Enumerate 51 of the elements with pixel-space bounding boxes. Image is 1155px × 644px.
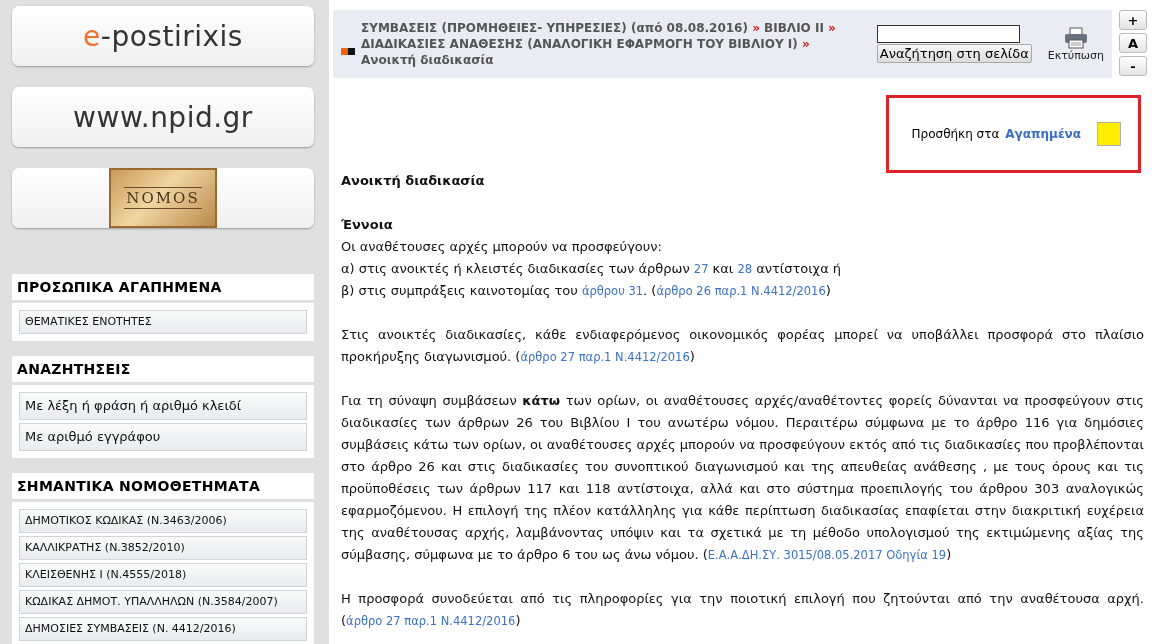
breadcrumb-link[interactable]: ΒΙΒΛΙΟ ΙΙ — [764, 21, 824, 35]
reference-link[interactable]: άρθρο 26 παρ.1 Ν.4412/2016 — [656, 284, 826, 298]
sidebar-link[interactable]: ΔΗΜΟΣΙΕΣ ΣΥΜΒΑΣΕΙΣ (Ν. 4412/2016) — [19, 617, 307, 641]
logo-link[interactable]: NOMOS — [12, 168, 314, 228]
font-size-button[interactable]: A — [1119, 33, 1147, 53]
paragraph: α) στις ανοικτές ή κλειστές διαδικασίες των άρθρων 27 και 28 αντίστοιχα ή — [341, 260, 843, 278]
logo-link[interactable]: www.npid.gr — [12, 87, 314, 147]
logo-wordmark: e-postirixis — [83, 19, 243, 53]
reference-link[interactable]: 27 — [693, 262, 709, 276]
reference-link[interactable]: 28 — [737, 262, 752, 276]
paragraph: Στις ανοικτές διαδικασίες, κάθε ενδιαφερόμενος οικονομικός φορέας μπορεί να υποβάλλει προσφορά στο πλαίσιο προκήρυξης διαγωνισμού. (άρθρο 27 παρ.1 Ν.4412/2016) — [341, 326, 1144, 366]
bullet-icon — [341, 47, 355, 55]
section-heading: ΣΗΜΑΝΤΙΚΑ ΝΟΜΟΘΕΤΗΜΑΤΑ — [12, 473, 314, 499]
favorites-link[interactable]: Αγαπημένα — [1005, 127, 1081, 141]
sidebar-link[interactable]: ΚΛΕΙΣΘΕΝΗΣ Ι (Ν.4555/2018) — [19, 563, 307, 587]
breadcrumb-link[interactable]: ΣΥΜΒΑΣΕΙΣ (ΠΡΟΜΗΘΕΙΕΣ- ΥΠΗΡΕΣΙΕΣ) (από 08.08.2016) — [361, 21, 748, 35]
logo-wordmark: www.npid.gr — [73, 100, 253, 134]
breadcrumb-separator: » — [801, 37, 810, 51]
sidebar-link[interactable]: Με αριθμό εγγράφου — [19, 423, 307, 451]
favorite-label: Προσθήκη στα — [911, 127, 1000, 141]
section-heading: ΠΡΟΣΩΠΙΚΑ ΑΓΑΠΗΜΕΝΑ — [12, 274, 314, 300]
breadcrumb-separator: » — [828, 21, 836, 35]
plaque-logo: NOMOS — [109, 168, 217, 228]
reference-link[interactable]: άρθρο 27 παρ.1 Ν.4412/2016 — [346, 614, 516, 628]
breadcrumb-separator: » — [752, 21, 760, 35]
reference-link[interactable]: Ε.Α.Α.ΔΗ.ΣΥ. 3015/08.05.2017 Οδηγία 19 — [707, 548, 947, 562]
section-heading: Έννοια — [341, 216, 394, 234]
font-size-button[interactable]: - — [1119, 56, 1147, 76]
breadcrumb-link[interactable]: Ανοικτή διαδικασία — [361, 53, 494, 67]
logo-link[interactable]: e-postirixis — [12, 6, 314, 66]
print-link[interactable]: Εκτύπωση — [1047, 26, 1104, 62]
search-button[interactable]: Αναζήτηση στη σελίδα — [876, 44, 1032, 63]
reference-link[interactable]: άρθρου 31 — [581, 284, 644, 298]
font-size-button[interactable]: + — [1119, 10, 1147, 30]
sidebar-link[interactable]: ΚΩΔΙΚΑΣ ΔΗΜΟΤ. ΥΠΑΛΛΗΛΩΝ (Ν.3584/2007) — [19, 590, 307, 614]
sidebar-link[interactable]: ΚΑΛΛΙΚΡΑΤΗΣ (Ν.3852/2010) — [19, 536, 307, 560]
paragraph: Οι αναθέτουσες αρχές μπορούν να προσφεύγουν: — [341, 238, 663, 256]
printer-icon — [1063, 26, 1088, 49]
paragraph: Η προσφορά συνοδεύεται από τις πληροφορίες για την ποιοτική επιλογή που ζητούνται από την αναθέτουσα αρχή. (άρθρο 27 παρ.1 Ν.4412/2016) — [341, 590, 1144, 630]
sidebar-link[interactable]: ΘΕΜΑΤΙΚΕΣ ΕΝΟΤΗΤΕΣ — [19, 310, 307, 334]
paragraph: β) στις συμπράξεις καινοτομίας του άρθρου 31. (άρθρο 26 παρ.1 Ν.4412/2016) — [341, 282, 832, 300]
sidebar-link[interactable]: ΔΗΜΟΤΙΚΟΣ ΚΩΔΙΚΑΣ (Ν.3463/2006) — [19, 509, 307, 533]
print-label: Εκτύπωση — [1047, 48, 1104, 62]
breadcrumb-link[interactable]: ΔΙΑΔΙΚΑΣΙΕΣ ΑΝΑΘΕΣΗΣ (ΑΝΑΛΟΓΙΚΗ ΕΦΑΡΜΟΓΗ ΤΟΥ ΒΙΒΛΙΟΥ Ι) — [361, 37, 798, 51]
favorite-toggle[interactable] — [1097, 122, 1121, 146]
article-title: Ανοικτή διαδικασία — [341, 172, 486, 190]
search-field[interactable] — [876, 25, 1020, 43]
section-heading: ΑΝΑΖΗΤΗΣΕΙΣ — [12, 356, 314, 382]
paragraph: Για τη σύναψη συμβάσεων κάτω των ορίων, οι αναθέτουσες αρχές/αναθέτοντες φορείς δύνανται να προσφεύγουν στις διαδικασίες των άρθρων 26 του Βιβλίου Ι του ανωτέρω νόμου. Περαιτέρω σύμφωνα με το άρθρο 116 για δημόσιες συμβάσεις κάτω των ορίων, οι αναθέτουσες αρχές μπορούν να προσφεύγουν εκτός από τις διαδικασίες που προβλέπονται στο άρθρο 26 και στις διαδικασίες του συνοπτικού διαγωνισμού και της απευθείας ανάθεσης , με τους όρους και τις προϋποθέσεις των άρθρων 117 και 118 αντίστοιχα, αλλά και στο σύστημα προεπιλογής του άρθρου 303 αναλογικώς εφαρμοζόμενου. Η επιλογή της πλέον κατάλληλης για κάθε περίπτωση διαδικασίας επαφίεται στην διακριτική ευχέρεια της αναθέτουσας αρχής, λαμβάνοντας υπόψιν και τα σχετικά με τη μέθοδο υπολογισμού της εκτιμώμενης αξίας της σύμβασης, σύμφωνα με το άρθρο 6 του ως άνω νόμου. (Ε.Α.Α.ΔΗ.ΣΥ. 3015/08.05.2017 Οδηγία 19) — [341, 392, 1144, 564]
sidebar-link[interactable]: Με λέξη ή φράση ή αριθμό κλειδί — [19, 392, 307, 420]
reference-link[interactable]: άρθρο 27 παρ.1 Ν.4412/2016 — [520, 350, 690, 364]
